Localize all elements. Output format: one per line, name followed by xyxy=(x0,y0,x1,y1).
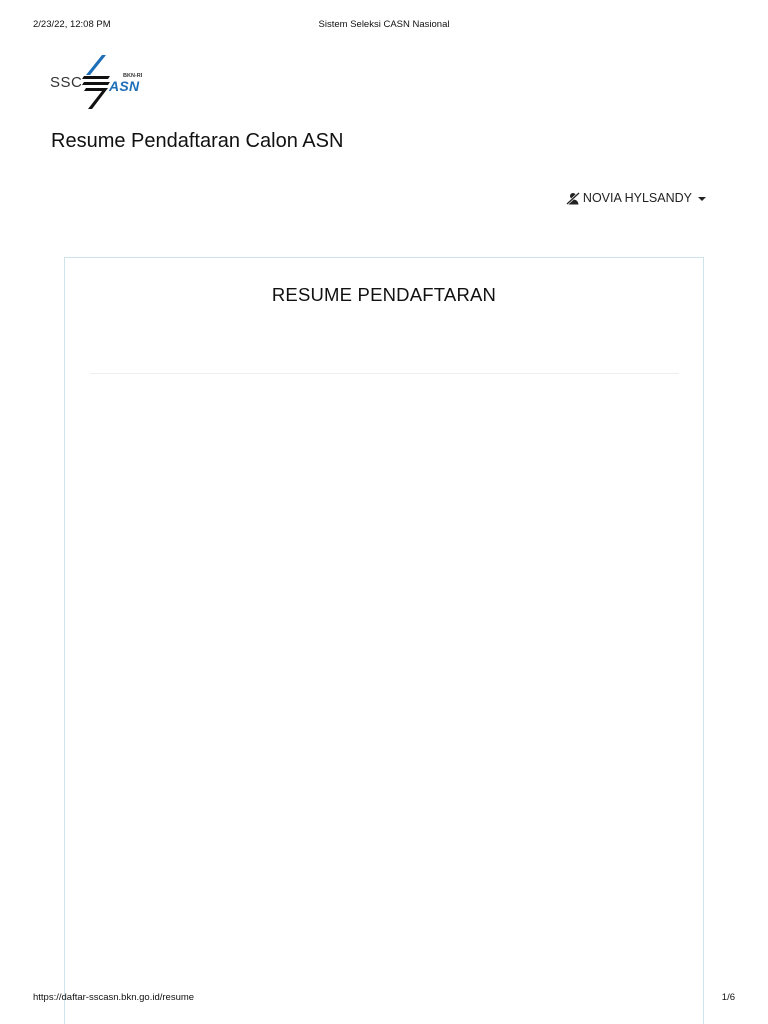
print-page-number: 1/6 xyxy=(721,992,735,1003)
print-footer: https://daftar-sscasn.bkn.go.id/resume 1… xyxy=(0,992,768,1006)
print-page: 2/23/22, 12:08 PM Sistem Seleksi CASN Na… xyxy=(0,0,768,1024)
sscasn-logo[interactable]: SSC BKN-RI ASN xyxy=(49,53,159,113)
page-title: Resume Pendaftaran Calon ASN xyxy=(51,130,344,152)
logo-ssc-text: SSC xyxy=(50,74,83,91)
logo-asn-text: ASN xyxy=(109,78,140,94)
print-url: https://daftar-sscasn.bkn.go.id/resume xyxy=(33,992,195,1003)
panel-heading: RESUME PENDAFTARAN xyxy=(271,284,497,305)
user-menu-dropdown[interactable]: NOVIA HYLSANDY xyxy=(566,191,706,205)
caret-down-icon xyxy=(698,197,706,201)
print-header: 2/23/22, 12:08 PM Sistem Seleksi CASN Na… xyxy=(0,19,768,33)
panel-divider xyxy=(90,373,679,374)
print-document-title: Sistem Seleksi CASN Nasional xyxy=(318,19,450,30)
sscasn-logo-mark-icon xyxy=(82,55,110,109)
resume-panel: RESUME PENDAFTARAN xyxy=(64,257,704,1024)
user-name: NOVIA HYLSANDY xyxy=(582,191,692,205)
user-slash-icon xyxy=(566,191,580,205)
